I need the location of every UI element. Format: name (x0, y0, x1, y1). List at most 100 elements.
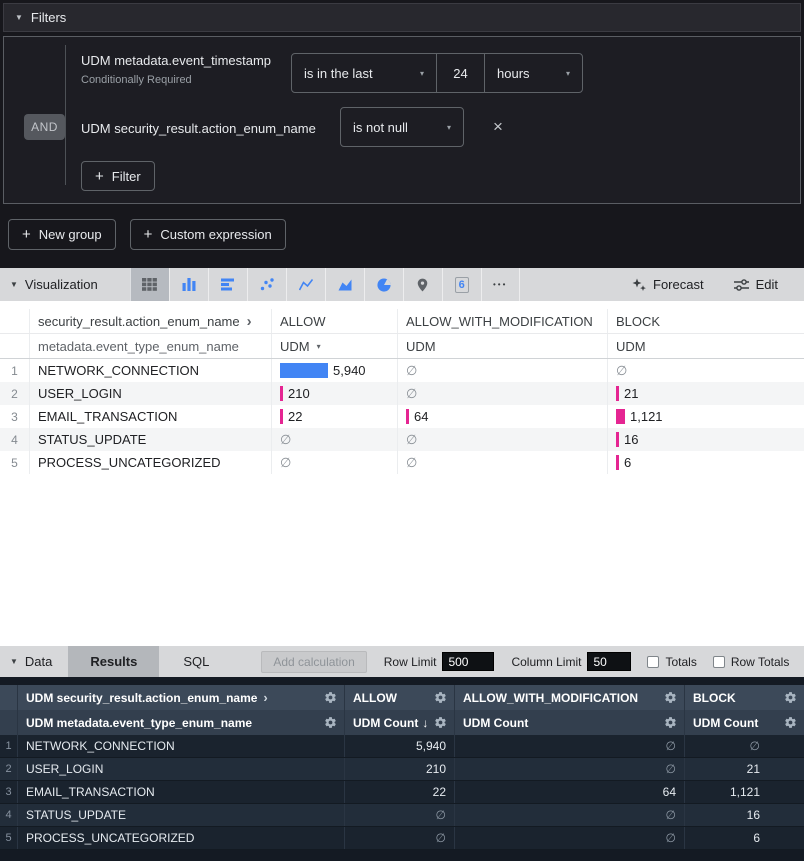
column-limit-input[interactable] (587, 652, 631, 671)
measure-value-cell[interactable]: 16 (608, 428, 804, 451)
viz-type-bar-chart[interactable] (208, 268, 247, 301)
results-measure-header-allow[interactable]: UDM Count ↓ (345, 710, 455, 735)
measure-value-cell[interactable]: 5,940 (345, 735, 455, 757)
measure-header-allow[interactable]: UDM ▾ (272, 334, 398, 358)
measure-value-cell[interactable]: 6 (608, 451, 804, 474)
viz-type-more-viz-types[interactable]: ••• (481, 268, 520, 301)
measure-null-cell[interactable]: ∅ (272, 451, 398, 474)
measure-value-cell[interactable]: ∅ (455, 735, 685, 757)
explore-page: ▼ Filters UDM metadata.event_timestamp C… (0, 0, 804, 861)
filter1-unit-select[interactable]: hours ▾ (484, 53, 583, 93)
new-group-button[interactable]: + New group (8, 219, 116, 250)
dimension-value-cell[interactable]: STATUS_UPDATE (18, 804, 345, 826)
measure-value-cell[interactable]: 21 (685, 758, 804, 780)
measure-header-block[interactable]: UDM (608, 334, 804, 358)
filter2-operator-select[interactable]: is not null ▾ (340, 107, 464, 147)
gear-icon[interactable] (664, 716, 677, 729)
measure-value-cell[interactable]: 22 (345, 781, 455, 803)
chevron-right-icon[interactable]: › (263, 691, 267, 704)
viz-type-single-value[interactable]: 6 (442, 268, 481, 301)
visualization-section-toggle[interactable]: ▼ Visualization (0, 277, 98, 292)
measure-value-cell[interactable]: 1,121 (685, 781, 804, 803)
measure-null-cell[interactable]: ∅ (398, 451, 608, 474)
gear-icon[interactable] (434, 691, 447, 704)
dimension-value-cell[interactable]: USER_LOGIN (30, 382, 272, 405)
measure-null-cell[interactable]: ∅ (398, 382, 608, 405)
dimension-value-cell[interactable]: PROCESS_UNCATEGORIZED (30, 451, 272, 474)
measure-value-cell[interactable]: ∅ (455, 804, 685, 826)
gear-icon[interactable] (664, 691, 677, 704)
gear-icon[interactable] (784, 716, 797, 729)
gear-icon[interactable] (434, 716, 447, 729)
measure-value-cell[interactable]: ∅ (345, 804, 455, 826)
viz-type-line-chart[interactable] (286, 268, 325, 301)
chevron-right-icon[interactable]: › (247, 314, 252, 329)
measure-value-cell[interactable]: ∅ (685, 735, 804, 757)
results-header-block[interactable]: BLOCK (685, 685, 804, 710)
filter1-value-input[interactable]: 24 (436, 53, 485, 93)
gear-icon[interactable] (784, 691, 797, 704)
measure-value-cell[interactable]: 64 (398, 405, 608, 428)
viz-type-scatter-plot[interactable] (247, 268, 286, 301)
forecast-button[interactable]: Forecast (632, 277, 704, 292)
results-pivot-field-header[interactable]: UDM security_result.action_enum_name › (18, 685, 345, 710)
viz-type-pie-chart[interactable] (364, 268, 403, 301)
measure-null-cell[interactable]: ∅ (398, 428, 608, 451)
results-header-allow[interactable]: ALLOW (345, 685, 455, 710)
pivot-value-header-block[interactable]: BLOCK (608, 309, 804, 333)
measure-null-cell[interactable]: ∅ (608, 359, 804, 382)
measure-value-cell[interactable]: 16 (685, 804, 804, 826)
add-filter-button[interactable]: + Filter (81, 161, 155, 191)
dimension-value-cell[interactable]: PROCESS_UNCATEGORIZED (18, 827, 345, 849)
gear-icon[interactable] (324, 716, 337, 729)
null-symbol: ∅ (436, 808, 446, 822)
measure-value-cell[interactable]: 210 (345, 758, 455, 780)
totals-checkbox[interactable] (647, 656, 659, 668)
edit-button[interactable]: Edit (734, 277, 778, 292)
dimension-value-cell[interactable]: STATUS_UPDATE (30, 428, 272, 451)
results-dimension-field-header[interactable]: UDM metadata.event_type_enum_name (18, 710, 345, 735)
measure-value-cell[interactable]: 64 (455, 781, 685, 803)
pivot-value-header-allow[interactable]: ALLOW (272, 309, 398, 333)
dimension-value-cell[interactable]: USER_LOGIN (18, 758, 345, 780)
tab-results[interactable]: Results (68, 646, 159, 677)
row-totals-checkbox[interactable] (713, 656, 725, 668)
measure-null-cell[interactable]: ∅ (272, 428, 398, 451)
measure-value-cell[interactable]: 210 (272, 382, 398, 405)
filter1-operator-select[interactable]: is in the last ▾ (291, 53, 437, 93)
measure-value-cell[interactable]: 6 (685, 827, 804, 849)
dimension-value-cell[interactable]: NETWORK_CONNECTION (18, 735, 345, 757)
results-header-allow-with-modification[interactable]: ALLOW_WITH_MODIFICATION (455, 685, 685, 710)
results-measure-header-allow-with-modification[interactable]: UDM Count (455, 710, 685, 735)
pivot-value-header-allow-with-modification[interactable]: ALLOW_WITH_MODIFICATION (398, 309, 608, 333)
remove-filter-button[interactable]: × (486, 115, 510, 139)
viz-type-column-chart[interactable] (169, 268, 208, 301)
row-limit-input[interactable] (442, 652, 494, 671)
measure-null-cell[interactable]: ∅ (398, 359, 608, 382)
dimension-value-cell[interactable]: EMAIL_TRANSACTION (30, 405, 272, 428)
measure-value-cell[interactable]: 5,940 (272, 359, 398, 382)
chevron-down-icon[interactable]: ▾ (317, 342, 321, 351)
dimension-value-cell[interactable]: EMAIL_TRANSACTION (18, 781, 345, 803)
measure-value-cell[interactable]: ∅ (455, 827, 685, 849)
dimension-value-cell[interactable]: NETWORK_CONNECTION (30, 359, 272, 382)
gear-icon[interactable] (324, 691, 337, 704)
measure-value-cell[interactable]: 22 (272, 405, 398, 428)
measure-value-cell[interactable]: ∅ (345, 827, 455, 849)
measure-value-cell[interactable]: ∅ (455, 758, 685, 780)
tab-sql[interactable]: SQL (159, 646, 233, 677)
measure-value-cell[interactable]: 1,121 (608, 405, 804, 428)
viz-type-area-chart[interactable] (325, 268, 364, 301)
results-measure-header-block[interactable]: UDM Count (685, 710, 804, 735)
viz-type-table[interactable] (130, 268, 169, 301)
filters-section-toggle[interactable]: ▼ Filters (3, 3, 801, 32)
custom-expression-button[interactable]: + Custom expression (130, 219, 286, 250)
pivot-field-header[interactable]: security_result.action_enum_name › (30, 309, 272, 333)
measure-value-cell[interactable]: 21 (608, 382, 804, 405)
dimension-field-header[interactable]: metadata.event_type_enum_name (30, 334, 272, 358)
and-operator-chip[interactable]: AND (24, 114, 65, 140)
add-calculation-button[interactable]: Add calculation (261, 651, 366, 673)
data-section-toggle[interactable]: ▼ Data (0, 646, 68, 677)
measure-header-allow-with-modification[interactable]: UDM (398, 334, 608, 358)
viz-type-map[interactable] (403, 268, 442, 301)
